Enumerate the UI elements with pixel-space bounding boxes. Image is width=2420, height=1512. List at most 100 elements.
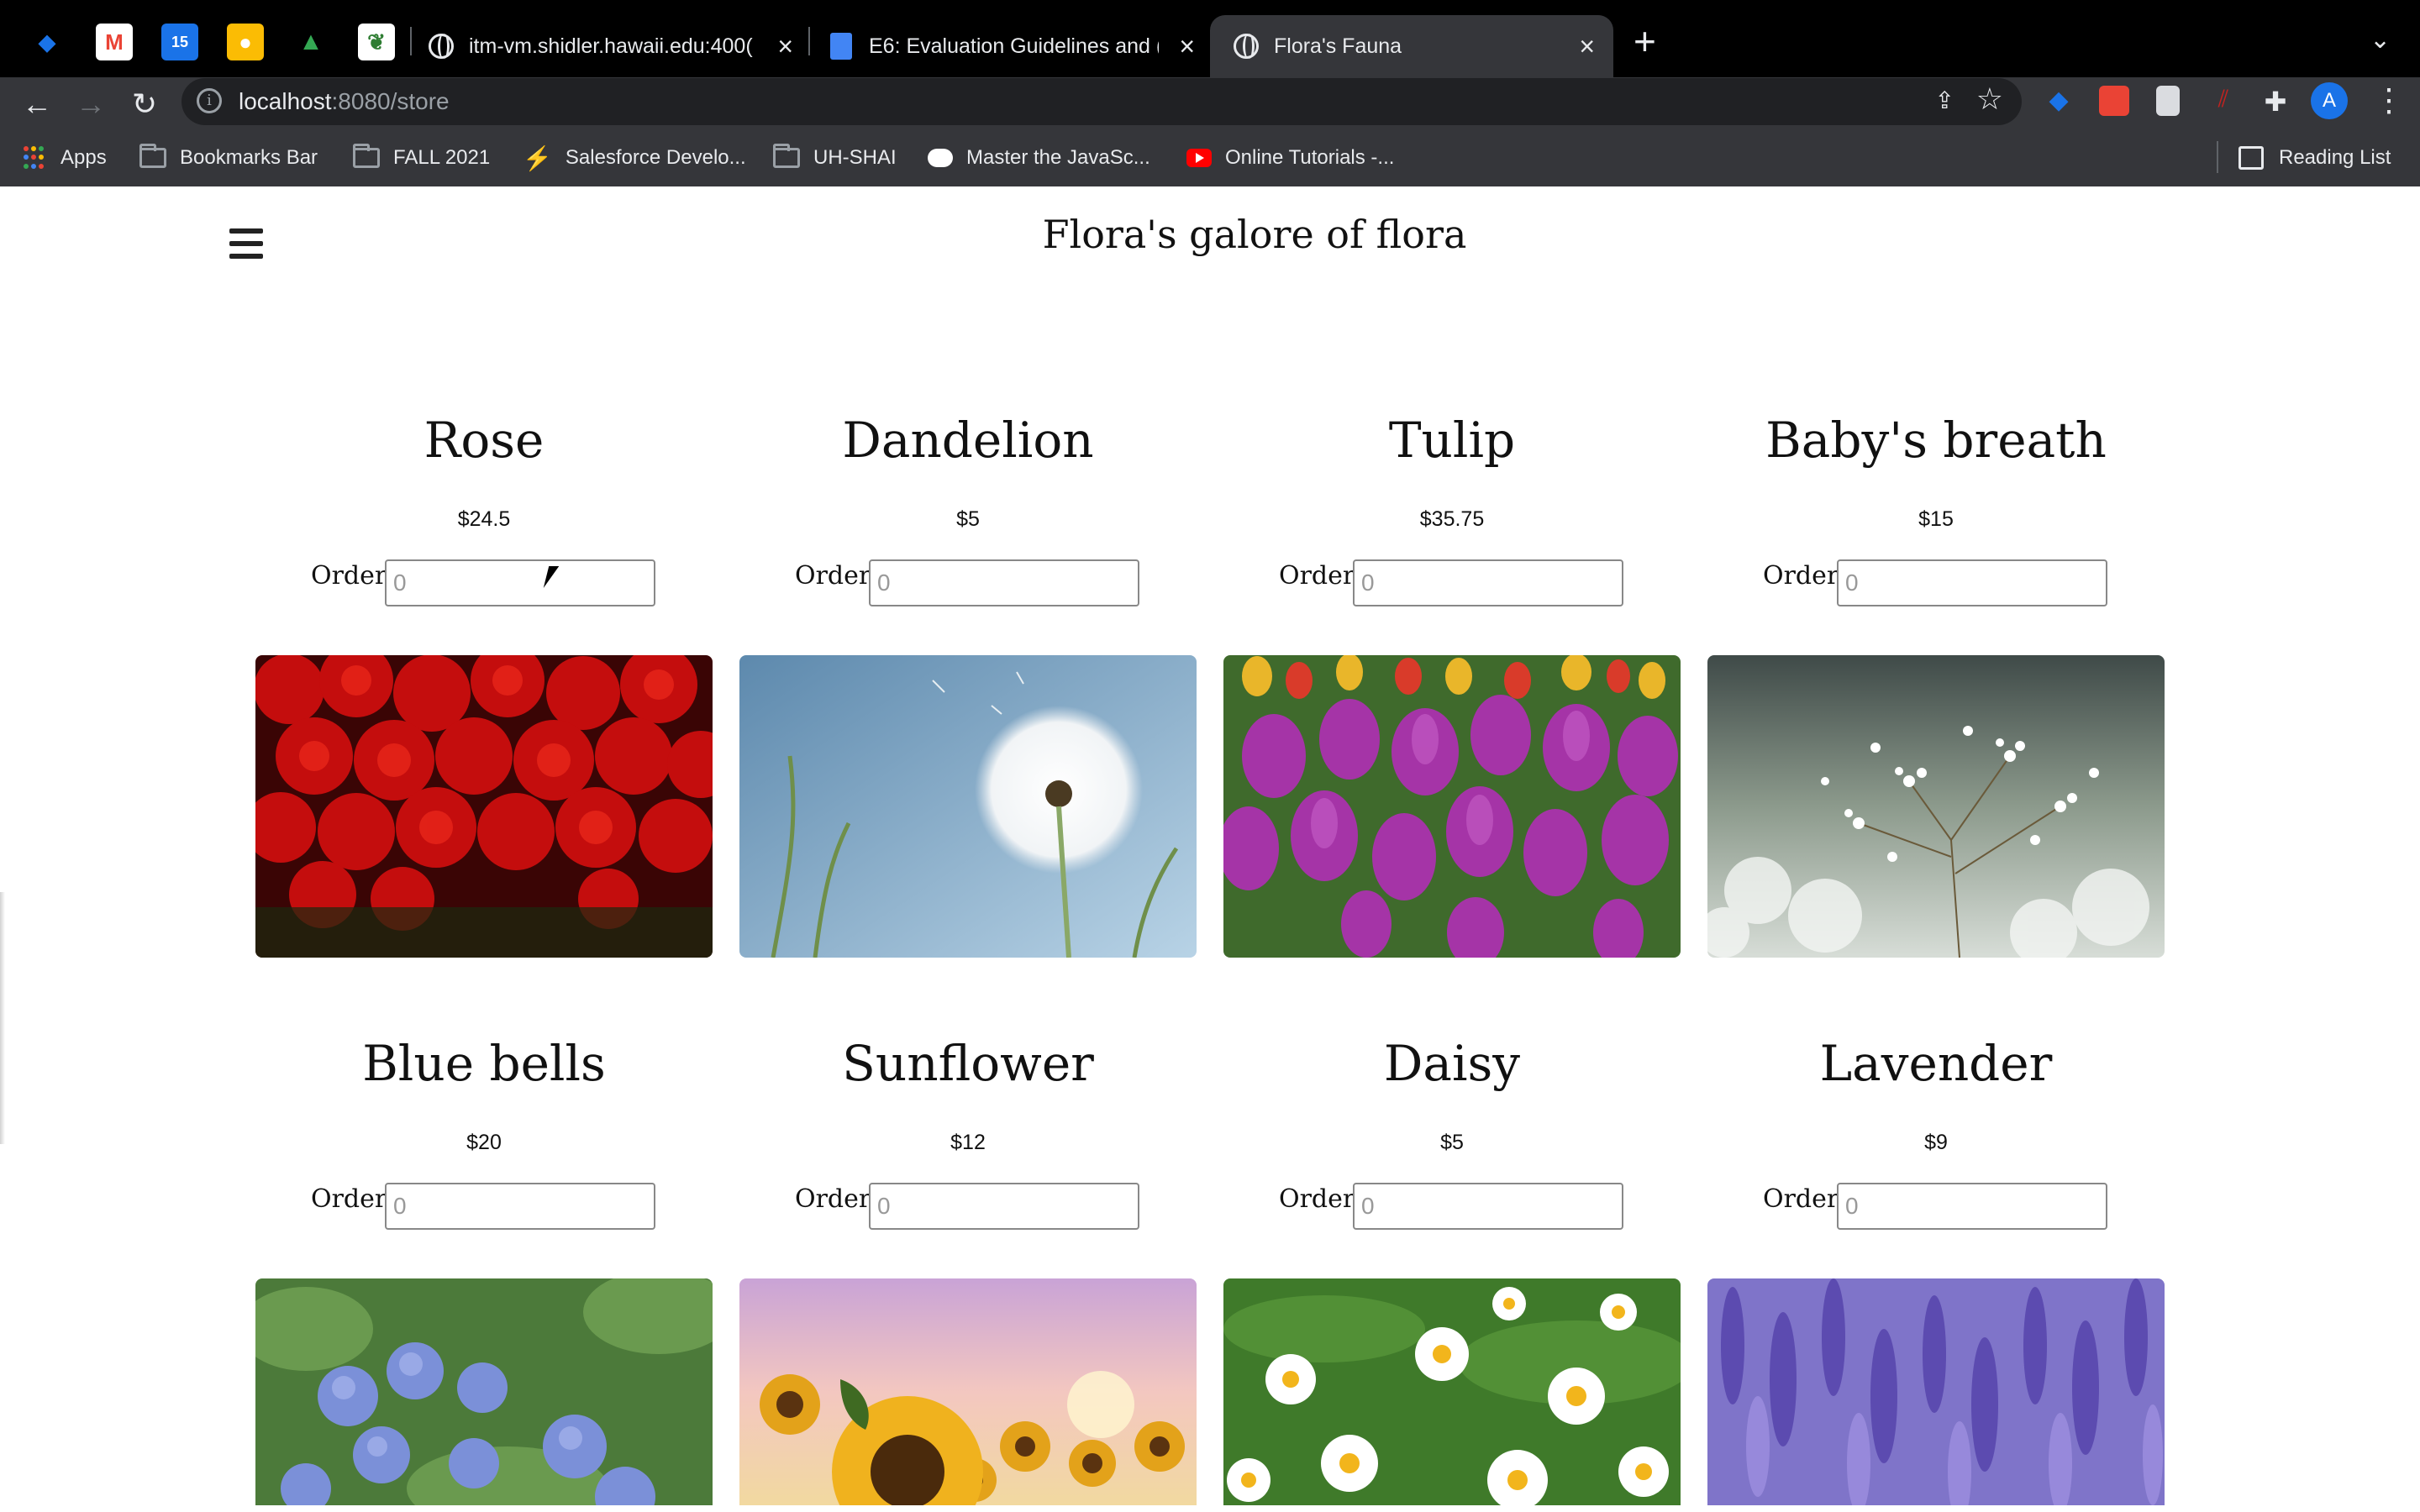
bookmark-folder-uh-shai[interactable]: UH-SHAI — [773, 134, 897, 181]
youtube-icon — [1186, 149, 1212, 167]
tab-label: Flora's Fauna — [1274, 34, 1402, 58]
order-quantity-input[interactable] — [1353, 1183, 1623, 1230]
pinned-tab-leaf-icon[interactable]: ❦ — [358, 24, 395, 60]
tab-label: E6: Evaluation Guidelines and ( — [869, 34, 1159, 58]
product-price: $20 — [466, 1131, 502, 1154]
tab-label: itm-vm.shidler.hawaii.edu:400( — [469, 34, 753, 58]
product-card-rose: Rose $24.5 Order: — [255, 412, 713, 1000]
address-url[interactable]: localhost:8080/store — [239, 88, 450, 115]
bookmark-label: Apps — [60, 146, 107, 169]
bookmark-label: Bookmarks Bar — [180, 146, 318, 169]
product-card-blue-bells: Blue bells $20 Order: — [255, 1035, 713, 1505]
extension-page-icon[interactable] — [2156, 86, 2180, 116]
back-button[interactable]: ← — [17, 84, 57, 124]
product-price: $15 — [1918, 507, 1954, 531]
site-title: Flora's galore of flora — [1042, 212, 1467, 257]
bookmark-star-icon[interactable]: ☆ — [1976, 81, 2003, 117]
product-name: Dandelion — [842, 412, 1094, 469]
product-price: $12 — [950, 1131, 986, 1154]
folder-icon — [773, 144, 800, 168]
folder-icon — [353, 144, 380, 168]
reading-list-button[interactable]: Reading List — [2238, 134, 2391, 181]
close-icon[interactable]: × — [777, 31, 793, 62]
tab-evaluation-guidelines[interactable]: E6: Evaluation Guidelines and ( × — [807, 15, 1213, 77]
order-label: Order: — [311, 561, 396, 591]
salesforce-bolt-icon: ⚡ — [523, 144, 552, 171]
order-quantity-input[interactable] — [869, 559, 1139, 606]
share-icon[interactable]: ⇪ — [1935, 87, 1954, 114]
pinned-tab-gmail-icon[interactable]: M — [96, 24, 133, 60]
bookmark-label: UH-SHAI — [813, 146, 897, 169]
extension-stripes-icon[interactable]: ⫽ — [2208, 86, 2238, 116]
reload-button[interactable]: ↻ — [124, 84, 165, 124]
bookmark-online-tutorials[interactable]: Online Tutorials -... — [1186, 134, 1394, 181]
order-label: Order: — [1279, 1184, 1364, 1214]
product-price: $35.75 — [1419, 507, 1485, 531]
bookmark-folder-fall-2021[interactable]: FALL 2021 — [353, 134, 490, 181]
bookmark-salesforce[interactable]: ⚡ Salesforce Develo... — [523, 134, 746, 181]
product-name: Blue bells — [362, 1035, 606, 1092]
product-name: Rose — [424, 412, 544, 469]
product-name: Sunflower — [842, 1035, 1094, 1092]
extensions-puzzle-icon[interactable]: ✚ — [2260, 86, 2291, 117]
bookmark-label: FALL 2021 — [393, 146, 491, 169]
new-tab-button[interactable]: + — [1634, 18, 1656, 64]
product-card-lavender: Lavender $9 Order: — [1707, 1035, 2165, 1505]
order-label: Order: — [1763, 561, 1848, 591]
order-quantity-input[interactable] — [385, 559, 655, 606]
address-bar[interactable]: i localhost:8080/store ⇪ ☆ — [182, 78, 2022, 125]
order-quantity-input[interactable] — [385, 1183, 655, 1230]
bookmark-folder-bookmarks-bar[interactable]: Bookmarks Bar — [139, 134, 318, 181]
order-quantity-input[interactable] — [1837, 1183, 2107, 1230]
forward-button[interactable]: → — [71, 84, 111, 124]
globe-icon — [429, 34, 454, 59]
globe-icon — [1234, 34, 1259, 59]
order-label: Order: — [1763, 1184, 1848, 1214]
tab-floras-fauna[interactable]: Flora's Fauna × — [1210, 15, 1613, 77]
extension-red-icon[interactable] — [2099, 86, 2129, 116]
order-quantity-input[interactable] — [869, 1183, 1139, 1230]
product-card-tulip: Tulip $35.75 Order: — [1223, 412, 1681, 1000]
blue-bells-photo — [255, 1278, 713, 1505]
product-card-babys-breath: Baby's breath $15 Order: — [1707, 412, 2165, 1000]
order-quantity-input[interactable] — [1837, 559, 2107, 606]
order-label: Order: — [795, 1184, 880, 1214]
pinned-tab-keep-icon[interactable]: ● — [227, 24, 264, 60]
bookmark-label: Master the JavaSc... — [966, 146, 1150, 169]
store-page: Flora's galore of flora Rose $24.5 Order… — [0, 186, 2420, 1512]
product-card-dandelion: Dandelion $5 Order: — [739, 412, 1197, 1000]
lavender-photo — [1707, 1278, 2165, 1505]
site-info-icon[interactable]: i — [197, 88, 222, 113]
pinned-tab-calendar-icon[interactable]: 15 — [161, 24, 198, 60]
pinned-tab-drive-icon[interactable]: ▲ — [292, 24, 329, 60]
close-icon[interactable]: × — [1179, 31, 1195, 62]
side-drawer-edge — [0, 892, 5, 1144]
product-price: $24.5 — [457, 507, 511, 531]
tab-itm-vm[interactable]: itm-vm.shidler.hawaii.edu:400( × — [405, 15, 812, 77]
product-name: Baby's breath — [1765, 412, 2107, 469]
bookmark-master-javascript[interactable]: Master the JavaSc... — [928, 134, 1150, 181]
sunflower-photo — [739, 1278, 1197, 1505]
folder-icon — [139, 144, 166, 168]
bookmark-label: Salesforce Develo... — [565, 146, 746, 169]
dandelion-photo — [739, 655, 1197, 958]
reading-list-label: Reading List — [2279, 146, 2391, 169]
pinned-tab-diamond-icon[interactable]: ◆ — [29, 24, 66, 60]
tulip-photo — [1223, 655, 1681, 958]
profile-avatar[interactable]: A — [2311, 82, 2348, 119]
browser-chrome: ◆ M 15 ● ▲ ❦ itm-vm.shidler.hawaii.edu:4… — [0, 0, 2420, 198]
browser-menu-icon[interactable]: ⋮ — [2373, 81, 2405, 121]
order-quantity-input[interactable] — [1353, 559, 1623, 606]
bookmark-apps[interactable]: Apps — [24, 134, 107, 181]
product-card-sunflower: Sunflower $12 Order: — [739, 1035, 1197, 1505]
babys-breath-photo — [1707, 655, 2165, 958]
product-price: $5 — [1440, 1131, 1464, 1154]
daisy-photo — [1223, 1278, 1681, 1505]
order-label: Order: — [795, 561, 880, 591]
extension-diamond-icon[interactable]: ◆ — [2044, 86, 2074, 116]
product-name: Daisy — [1383, 1035, 1521, 1092]
tab-search-chevron-icon[interactable]: ⌄ — [2370, 25, 2391, 55]
close-icon[interactable]: × — [1579, 31, 1595, 62]
order-label: Order: — [1279, 561, 1364, 591]
product-name: Tulip — [1388, 412, 1516, 469]
